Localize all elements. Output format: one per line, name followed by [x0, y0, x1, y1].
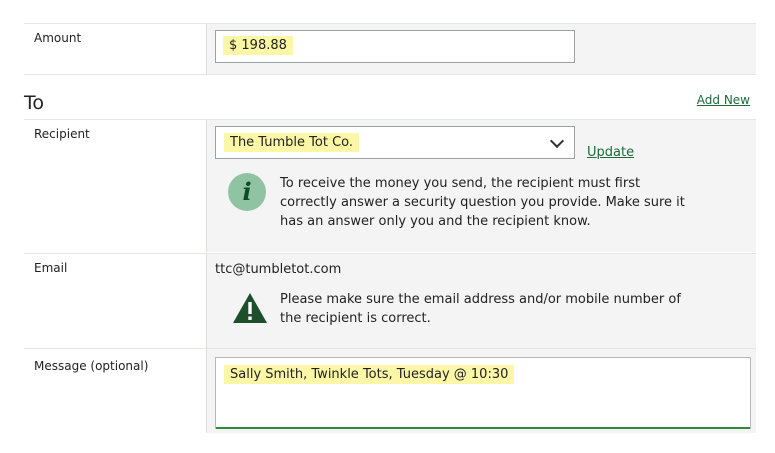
textarea-focus-underline: [216, 427, 750, 429]
message-label-cell: Message (optional): [24, 349, 207, 433]
info-icon: i: [228, 173, 266, 211]
chevron-down-icon: [549, 133, 565, 149]
recipient-selected-value: The Tumble Tot Co.: [224, 133, 360, 152]
amount-value-cell: $ 198.88: [207, 24, 756, 74]
recipient-select[interactable]: The Tumble Tot Co.: [215, 126, 575, 159]
message-value: Sally Smith, Twinkle Tots, Tuesday @ 10:…: [224, 365, 515, 384]
email-label: Email: [34, 261, 68, 275]
amount-value: $ 198.88: [223, 36, 293, 55]
recipient-info-message: To receive the money you send, the recip…: [280, 174, 685, 231]
divider-amount: [24, 74, 756, 75]
info-line: correctly answer a security question you…: [280, 195, 685, 210]
email-warning-message: Please make sure the email address and/o…: [280, 290, 681, 328]
amount-label-cell: Amount: [24, 24, 207, 74]
message-value-cell: Sally Smith, Twinkle Tots, Tuesday @ 10:…: [207, 349, 756, 433]
email-label-cell: Email: [24, 254, 207, 348]
info-line: To receive the money you send, the recip…: [280, 176, 641, 191]
amount-row: Amount $ 198.88: [24, 24, 756, 74]
message-textarea[interactable]: Sally Smith, Twinkle Tots, Tuesday @ 10:…: [215, 357, 751, 429]
warning-icon: [233, 293, 267, 323]
amount-input[interactable]: $ 198.88: [215, 30, 575, 63]
message-row: Message (optional) Sally Smith, Twinkle …: [24, 349, 756, 433]
email-value: ttc@tumbletot.com: [215, 262, 342, 277]
message-label: Message (optional): [34, 359, 149, 373]
add-new-link[interactable]: Add New: [697, 93, 750, 107]
update-recipient-link[interactable]: Update: [587, 145, 634, 160]
amount-label: Amount: [34, 31, 82, 45]
recipient-label-cell: Recipient: [24, 120, 207, 252]
warning-line: Please make sure the email address and/o…: [280, 292, 681, 307]
recipient-label: Recipient: [34, 127, 90, 141]
info-line: has an answer only you and the recipient…: [280, 214, 591, 229]
to-section-title: To: [24, 92, 45, 114]
warning-line: the recipient is correct.: [280, 311, 431, 326]
